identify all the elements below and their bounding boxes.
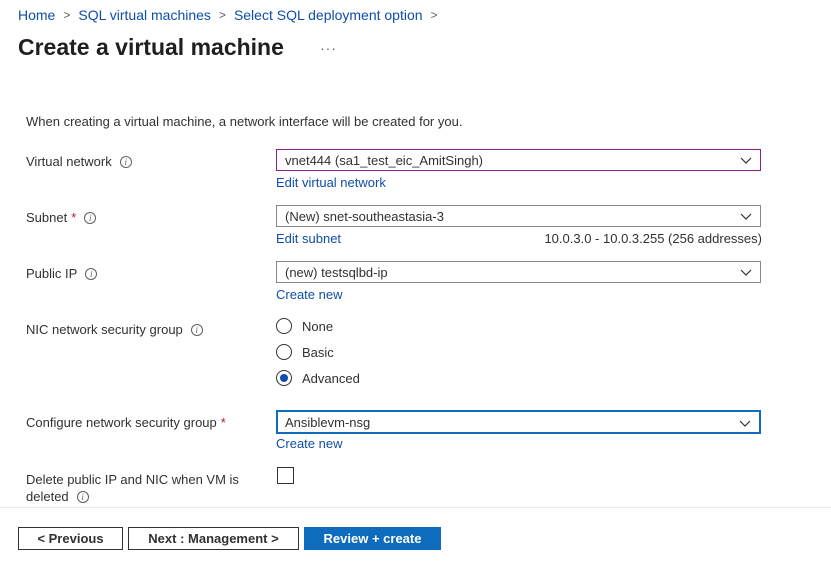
delete-nic-label-line2: deleted [26, 489, 69, 504]
nic-nsg-label: NIC network security group i [26, 322, 203, 337]
configure-nsg-dropdown[interactable]: Ansiblevm-nsg [276, 410, 761, 434]
previous-button[interactable]: < Previous [18, 527, 123, 550]
virtual-network-value: vnet444 (sa1_test_eic_AmitSingh) [285, 152, 484, 168]
info-icon[interactable]: i [76, 490, 89, 503]
subnet-address-range: 10.0.3.0 - 10.0.3.255 (256 addresses) [544, 231, 762, 246]
info-icon[interactable]: i [190, 323, 203, 336]
nic-nsg-option-none[interactable]: None [276, 318, 333, 334]
create-new-nsg-link[interactable]: Create new [276, 436, 342, 451]
info-icon[interactable]: i [84, 211, 97, 224]
page-title: Create a virtual machine [18, 34, 284, 60]
next-management-button[interactable]: Next : Management > [128, 527, 299, 550]
radio-label: None [302, 318, 334, 334]
configure-nsg-value: Ansiblevm-nsg [285, 414, 371, 430]
chevron-down-icon [740, 213, 752, 220]
breadcrumb-separator: > [63, 8, 71, 22]
radio-button[interactable] [276, 318, 292, 334]
nic-nsg-label-text: NIC network security group [26, 322, 183, 337]
edit-subnet-link[interactable]: Edit subnet [276, 231, 341, 246]
virtual-network-label: Virtual network i [26, 154, 132, 169]
public-ip-dropdown[interactable]: (new) testsqlbd-ip [276, 261, 761, 283]
radio-button-selected[interactable] [276, 370, 292, 386]
info-icon[interactable]: i [119, 155, 132, 168]
delete-nic-checkbox[interactable] [277, 467, 294, 484]
virtual-network-label-text: Virtual network [26, 154, 112, 169]
footer-divider [0, 507, 831, 508]
breadcrumb-sql-virtual-machines[interactable]: SQL virtual machines [78, 7, 211, 23]
intro-text: When creating a virtual machine, a netwo… [26, 114, 463, 129]
public-ip-label-text: Public IP [26, 266, 78, 281]
virtual-network-dropdown[interactable]: vnet444 (sa1_test_eic_AmitSingh) [276, 149, 761, 171]
more-options-button[interactable]: ··· [320, 40, 337, 56]
create-new-public-ip-link[interactable]: Create new [276, 287, 342, 302]
required-marker: * [220, 415, 226, 430]
configure-nsg-label: Configure network security group * [26, 415, 226, 430]
breadcrumb-select-sql-deployment[interactable]: Select SQL deployment option [234, 7, 423, 23]
breadcrumb-home[interactable]: Home [18, 7, 55, 23]
subnet-value: (New) snet-southeastasia-3 [285, 208, 444, 224]
subnet-label: Subnet * i [26, 210, 97, 225]
breadcrumb-separator: > [218, 8, 226, 22]
nic-nsg-option-advanced[interactable]: Advanced [276, 370, 360, 386]
radio-label: Basic [302, 344, 334, 360]
review-create-button[interactable]: Review + create [304, 527, 441, 550]
nic-nsg-option-basic[interactable]: Basic [276, 344, 334, 360]
delete-nic-label: Delete public IP and NIC when VM is dele… [26, 471, 239, 505]
breadcrumb-separator: > [430, 8, 438, 22]
required-marker: * [71, 210, 77, 225]
delete-nic-label-line1: Delete public IP and NIC when VM is [26, 472, 239, 487]
public-ip-value: (new) testsqlbd-ip [285, 264, 388, 280]
chevron-down-icon [740, 157, 752, 164]
public-ip-label: Public IP i [26, 266, 98, 281]
subnet-dropdown[interactable]: (New) snet-southeastasia-3 [276, 205, 761, 227]
configure-nsg-label-text: Configure network security group [26, 415, 217, 430]
subnet-label-text: Subnet [26, 210, 68, 225]
breadcrumb: Home > SQL virtual machines > Select SQL… [18, 6, 446, 24]
chevron-down-icon [739, 420, 751, 427]
radio-button[interactable] [276, 344, 292, 360]
edit-virtual-network-link[interactable]: Edit virtual network [276, 175, 386, 190]
delete-nic-label-line2-row: deleted i [26, 488, 239, 505]
radio-label: Advanced [302, 370, 360, 386]
chevron-down-icon [740, 269, 752, 276]
info-icon[interactable]: i [85, 267, 98, 280]
